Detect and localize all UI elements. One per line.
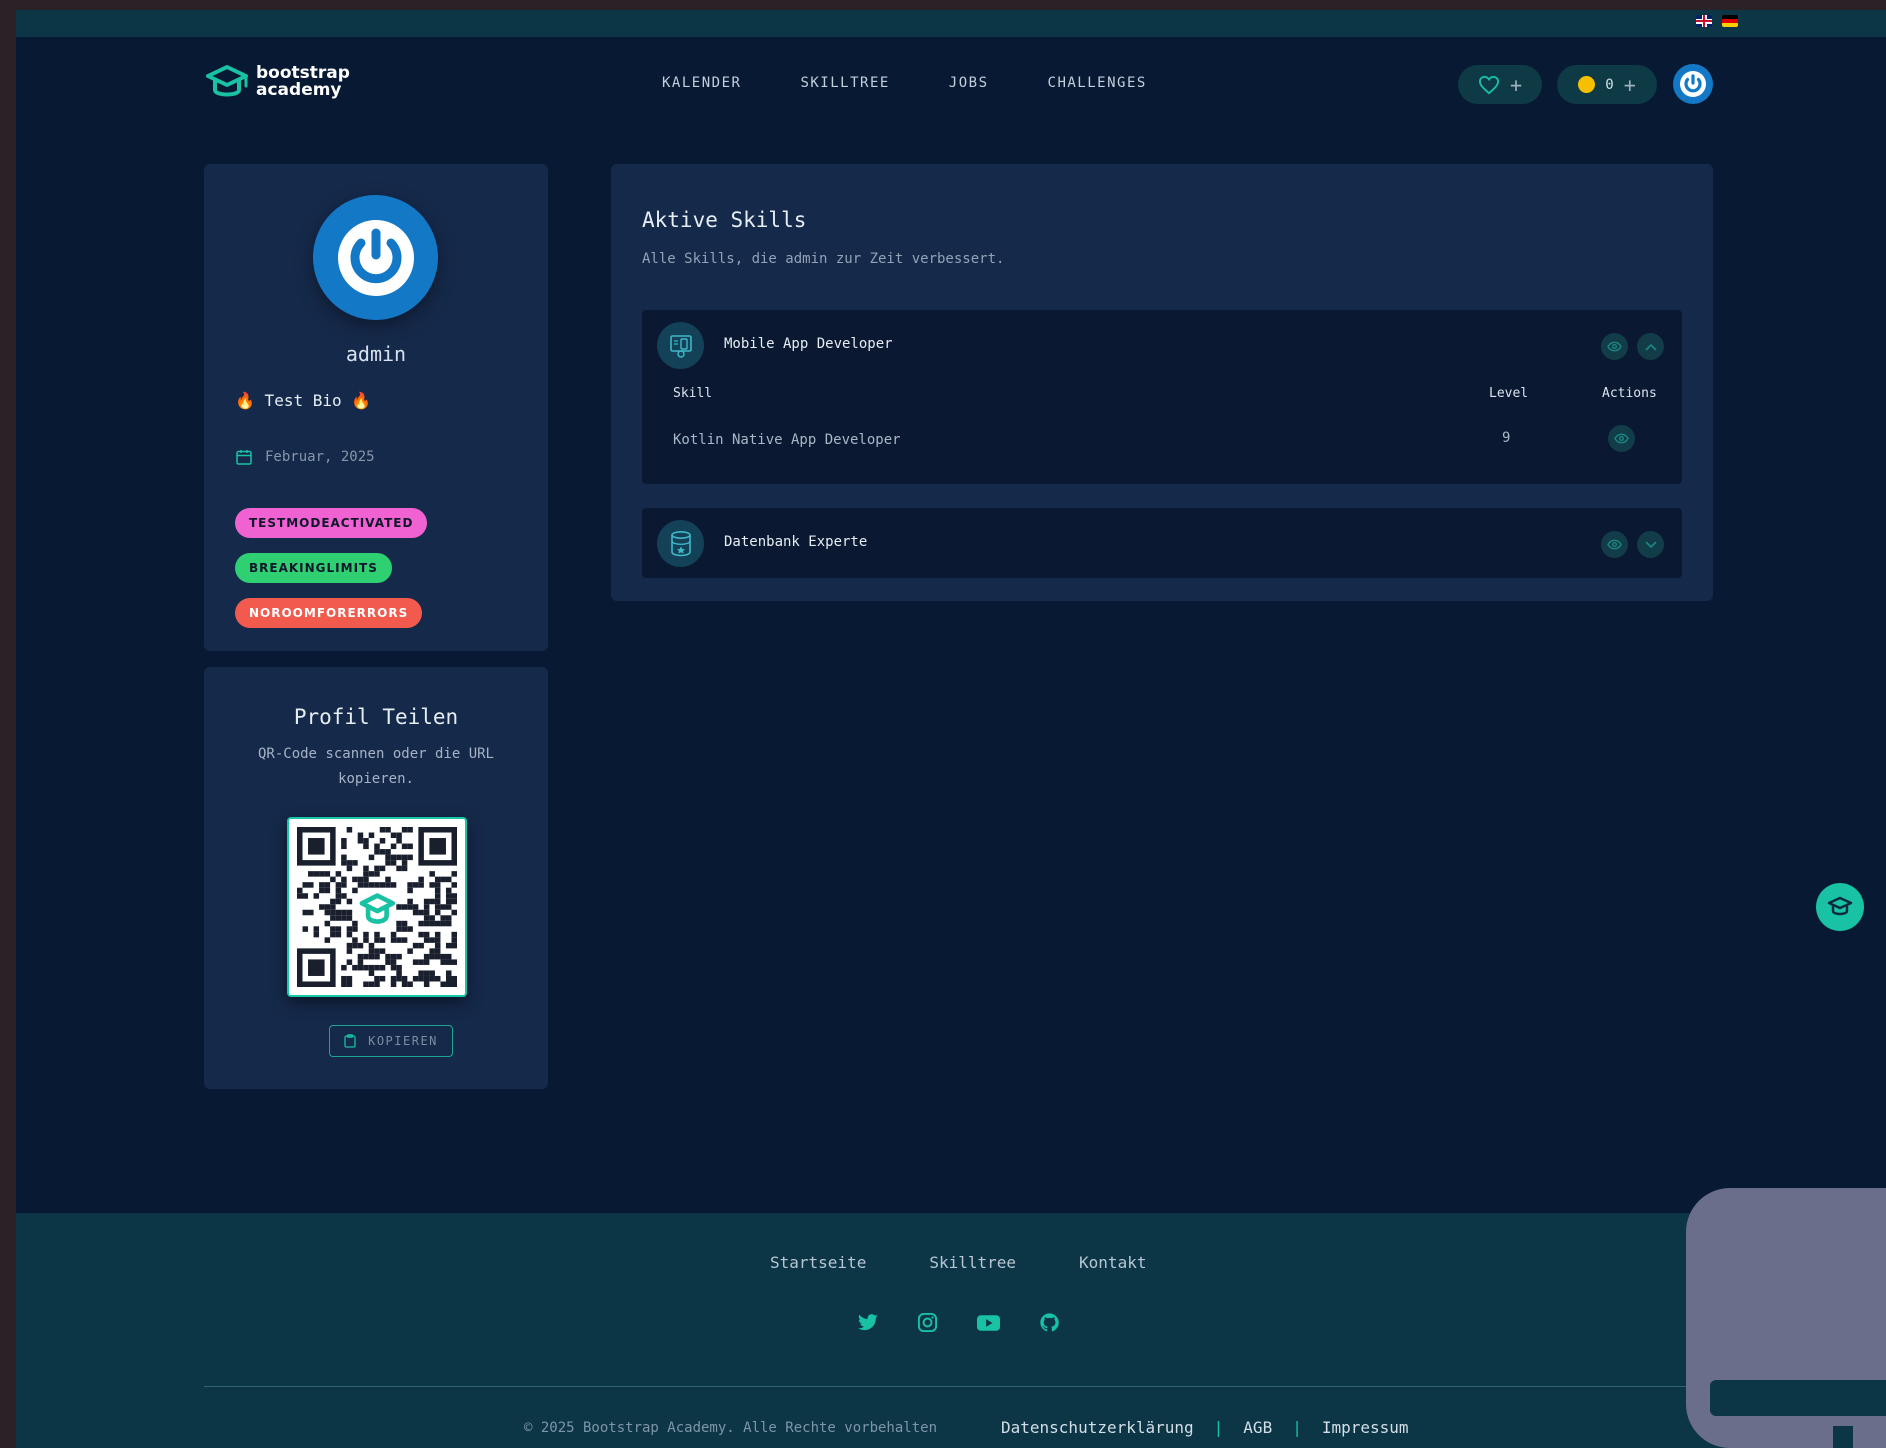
- overlay-bar: [1710, 1380, 1886, 1416]
- table-row-skill-name: Kotlin Native App Developer: [673, 432, 901, 448]
- skill-group-datenbank-experte: Datenbank Experte: [642, 508, 1682, 578]
- profile-card: admin 🔥 Test Bio 🔥 Februar, 2025 TESTMOD…: [204, 164, 548, 651]
- skill-group-mobile-app-developer: Mobile App Developer Skill Level Actions…: [642, 310, 1682, 484]
- footer-divider: [204, 1386, 1713, 1387]
- profile-username: admin: [345, 342, 407, 366]
- nav-challenges[interactable]: CHALLENGES: [1048, 75, 1147, 91]
- uk-flag-icon[interactable]: [1696, 15, 1712, 27]
- skill-group-name: Datenbank Experte: [724, 534, 868, 550]
- hearts-add-label: +: [1509, 72, 1523, 97]
- footer-nav: Startseite Skilltree Kontakt: [770, 1253, 1146, 1272]
- coin-icon: [1578, 76, 1596, 93]
- logo-line-2: academy: [256, 80, 342, 100]
- chevron-down-icon: [1645, 541, 1656, 548]
- copy-url-button[interactable]: KOPIEREN: [329, 1025, 453, 1057]
- profile-bio: 🔥 Test Bio 🔥: [235, 391, 372, 410]
- expand-group-button[interactable]: [1637, 531, 1664, 558]
- graduation-cap-icon: [206, 65, 248, 97]
- power-icon: [1680, 71, 1706, 97]
- social-links: [857, 1312, 1060, 1333]
- column-header-skill: Skill: [673, 386, 713, 401]
- copy-url-label: KOPIEREN: [368, 1034, 438, 1048]
- coins-add-label: +: [1623, 72, 1636, 97]
- view-group-button[interactable]: [1601, 531, 1628, 558]
- legal-link-impressum[interactable]: Impressum: [1322, 1418, 1409, 1437]
- hearts-button[interactable]: +: [1458, 65, 1542, 104]
- profile-joined-date: Februar, 2025: [265, 449, 375, 465]
- footer-link-skilltree[interactable]: Skilltree: [929, 1253, 1016, 1272]
- share-subtitle: QR-Code scannen oder die URL kopieren.: [257, 746, 494, 787]
- skills-title: Aktive Skills: [642, 208, 807, 232]
- nav-kalender[interactable]: KALENDER: [662, 75, 741, 91]
- top-bar: [16, 10, 1886, 37]
- column-header-level: Level: [1489, 386, 1529, 401]
- main-nav: KALENDER SKILLTREE JOBS CHALLENGES: [662, 75, 1147, 91]
- legal-links: Datenschutzerklärung | AGB | Impressum: [1001, 1418, 1409, 1437]
- instagram-icon[interactable]: [917, 1312, 938, 1333]
- skill-group-name: Mobile App Developer: [724, 336, 893, 352]
- legal-separator: |: [1292, 1418, 1302, 1437]
- nav-jobs[interactable]: JOBS: [949, 75, 989, 91]
- badge-breakinglimits: BREAKINGLIMITS: [235, 553, 392, 583]
- overlay-tab: [1833, 1426, 1853, 1448]
- footer: Startseite Skilltree Kontakt © 2025 Boot…: [16, 1213, 1886, 1448]
- heart-icon: [1478, 75, 1499, 94]
- share-profile-card: Profil Teilen QR-Code scannen oder die U…: [204, 667, 548, 1089]
- view-skill-button[interactable]: [1608, 425, 1635, 452]
- qr-code: [287, 817, 467, 997]
- copyright-text: © 2025 Bootstrap Academy. Alle Rechte vo…: [524, 1420, 938, 1436]
- academy-help-button[interactable]: [1816, 883, 1864, 931]
- graduation-cap-icon: [1827, 896, 1853, 916]
- database-icon: [657, 520, 704, 567]
- badge-testmodeactivated: TESTMODEACTIVATED: [235, 508, 428, 538]
- german-flag-icon[interactable]: [1722, 15, 1738, 27]
- calendar-icon: [236, 450, 252, 465]
- logo[interactable]: bootstrap academy: [204, 62, 350, 102]
- legal-link-agb[interactable]: AGB: [1243, 1418, 1272, 1437]
- profile-avatar: [313, 195, 438, 320]
- eye-icon: [1607, 341, 1622, 352]
- coins-button[interactable]: 0 +: [1557, 65, 1657, 104]
- legal-link-datenschutz[interactable]: Datenschutzerklärung: [1001, 1418, 1194, 1437]
- eye-icon: [1607, 539, 1622, 550]
- floating-overlay-panel: [1686, 1188, 1886, 1448]
- profile-joined: Februar, 2025: [235, 448, 375, 466]
- table-row-skill-level: 9: [1502, 430, 1511, 446]
- chevron-up-icon: [1645, 343, 1656, 350]
- active-skills-card: Aktive Skills Alle Skills, die admin zur…: [611, 164, 1713, 601]
- app-window: bootstrap academy KALENDER SKILLTREE JOB…: [16, 10, 1886, 1448]
- view-group-button[interactable]: [1601, 333, 1628, 360]
- eye-icon: [1614, 433, 1629, 444]
- footer-link-kontakt[interactable]: Kontakt: [1079, 1253, 1146, 1272]
- nav-skilltree[interactable]: SKILLTREE: [800, 75, 889, 91]
- coins-count: 0: [1605, 76, 1614, 93]
- power-icon: [337, 219, 414, 296]
- skills-subtitle: Alle Skills, die admin zur Zeit verbesse…: [642, 251, 1005, 267]
- mobile-app-icon: [657, 322, 704, 369]
- column-header-actions: Actions: [1602, 386, 1657, 401]
- legal-separator: |: [1213, 1418, 1224, 1437]
- twitter-icon[interactable]: [857, 1313, 879, 1332]
- github-icon[interactable]: [1039, 1312, 1060, 1333]
- language-switcher: [1696, 15, 1738, 27]
- collapse-group-button[interactable]: [1637, 333, 1664, 360]
- footer-link-startseite[interactable]: Startseite: [770, 1253, 866, 1272]
- share-title: Profil Teilen: [293, 705, 459, 729]
- user-avatar-button[interactable]: [1673, 64, 1713, 104]
- youtube-icon[interactable]: [976, 1314, 1001, 1332]
- qr-code-image: [297, 827, 457, 987]
- badge-noroomforerrors: NOROOMFORERRORS: [235, 598, 423, 628]
- clipboard-icon: [344, 1034, 356, 1048]
